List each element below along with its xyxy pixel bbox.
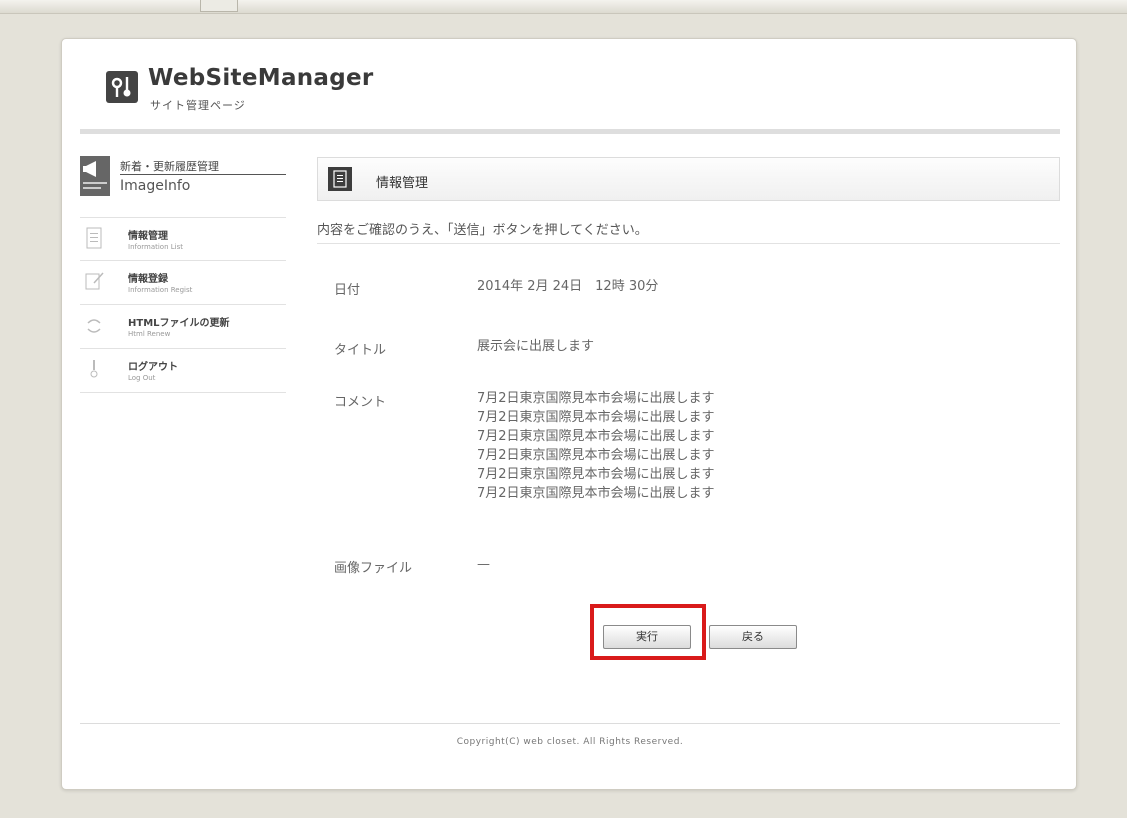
- header-divider: [80, 129, 1060, 134]
- image-file-label: 画像ファイル: [334, 561, 413, 576]
- app-subtitle: サイト管理ページ: [150, 99, 246, 112]
- list-icon: [84, 226, 104, 250]
- sidebar-item-label: 情報登録: [128, 274, 168, 285]
- sidebar-item-label: 情報管理: [128, 231, 168, 242]
- sidebar-item-sublabel: Information Regist: [128, 286, 193, 294]
- section-title-bar: 情報管理: [317, 157, 1060, 201]
- comment-value: 7月2日東京国際見本市会場に出展します 7月2日東京国際見本市会場に出展します …: [477, 389, 715, 503]
- comment-line: 7月2日東京国際見本市会場に出展します: [477, 410, 715, 425]
- comment-label: コメント: [334, 395, 387, 410]
- instruction-text: 内容をご確認のうえ、「送信」ボタンを押してください。: [317, 223, 648, 238]
- sidebar-item-sublabel: Html Renew: [128, 330, 171, 338]
- edit-icon: [84, 269, 104, 293]
- execute-button[interactable]: 実行: [603, 625, 691, 649]
- sidebar-item-logout[interactable]: ログアウト Log Out: [80, 349, 286, 393]
- sidebar-item-information-list[interactable]: 情報管理 Information List: [80, 217, 286, 261]
- logout-icon: [84, 357, 104, 381]
- sidebar-item-sublabel: Information List: [128, 243, 183, 251]
- sidebar-header-title: 新着・更新履歴管理: [120, 160, 219, 173]
- sidebar-item-label: HTMLファイルの更新: [128, 318, 230, 329]
- footer-divider: [80, 723, 1060, 724]
- comment-line: 7月2日東京国際見本市会場に出展します: [477, 486, 715, 501]
- refresh-icon: [84, 313, 104, 337]
- comment-line: 7月2日東京国際見本市会場に出展します: [477, 448, 715, 463]
- date-label: 日付: [334, 283, 361, 298]
- image-file-value: —: [477, 557, 490, 572]
- sidebar-item-label: ログアウト: [128, 362, 178, 373]
- sidebar-header-divider: [120, 174, 286, 175]
- sidebar-item-html-renew[interactable]: HTMLファイルの更新 Html Renew: [80, 305, 286, 349]
- page-card: WebSiteManager サイト管理ページ 新着・更新履歴管理 ImageI…: [61, 38, 1077, 790]
- browser-toolbar: [0, 0, 1127, 14]
- title-value: 展示会に出展します: [477, 339, 595, 354]
- sidebar-item-information-regist[interactable]: 情報登録 Information Regist: [80, 261, 286, 305]
- back-button[interactable]: 戻る: [709, 625, 797, 649]
- comment-line: 7月2日東京国際見本市会場に出展します: [477, 429, 715, 444]
- sidebar-menu: 情報管理 Information List 情報登録 Information R…: [80, 217, 286, 393]
- comment-line: 7月2日東京国際見本市会場に出展します: [477, 467, 715, 482]
- date-value: 2014年 2月 24日 12時 30分: [477, 279, 659, 294]
- title-label: タイトル: [334, 343, 387, 358]
- sidebar-header: 新着・更新履歴管理 ImageInfo: [80, 156, 286, 200]
- sidebar-header-subtitle: ImageInfo: [120, 178, 191, 194]
- list-icon: [328, 167, 352, 191]
- instruction-divider: [317, 243, 1060, 244]
- megaphone-icon: [80, 156, 110, 196]
- copyright: Copyright(C) web closet. All Rights Rese…: [456, 737, 684, 747]
- browser-tab[interactable]: [200, 0, 238, 12]
- sidebar-item-sublabel: Log Out: [128, 374, 156, 382]
- page-title: 情報管理: [376, 176, 429, 191]
- comment-line: 7月2日東京国際見本市会場に出展します: [477, 391, 715, 406]
- tools-icon: [106, 71, 138, 103]
- app-title: WebSiteManager: [148, 65, 374, 91]
